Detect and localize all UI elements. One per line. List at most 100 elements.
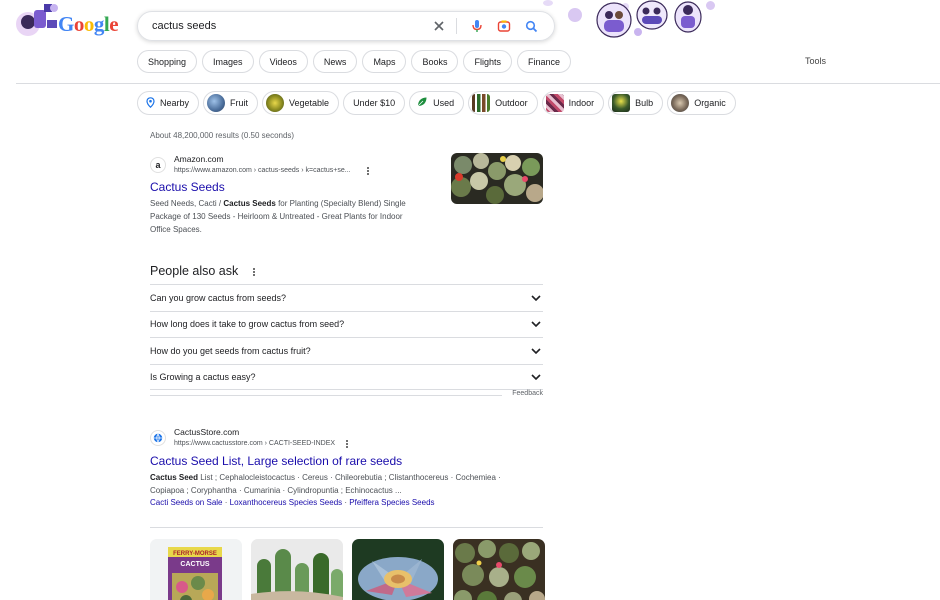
fruit-thumbnail <box>207 94 226 112</box>
chevron-down-icon <box>531 293 541 303</box>
tab-maps[interactable]: Maps <box>362 50 407 73</box>
paa-menu-icon[interactable] <box>250 266 258 278</box>
snippet-line: Cactus Seed List ; Cephalocleistocactus … <box>150 473 501 482</box>
search-input[interactable] <box>152 20 423 32</box>
result-stats: About 48,200,000 results (0.50 seconds) <box>150 131 295 140</box>
chip-organic[interactable]: Organic <box>667 91 736 115</box>
image-result-cactus-mix[interactable] <box>453 539 545 600</box>
cactusstore-favicon-icon[interactable] <box>150 430 166 446</box>
search-box[interactable] <box>137 11 555 41</box>
paa-question-text: Is Growing a cactus easy? <box>150 371 256 382</box>
leaf-icon <box>416 96 428 110</box>
chip-label: Under $10 <box>353 98 396 108</box>
chip-outdoor[interactable]: Outdoor <box>468 91 538 115</box>
logo-text[interactable]: Google <box>58 12 119 37</box>
paa-feedback-row: Feedback <box>150 390 543 400</box>
paa-question[interactable]: Is Growing a cactus easy? <box>150 363 543 390</box>
result-url[interactable]: https://www.amazon.com › cactus-seeds › … <box>174 167 351 174</box>
amazon-favicon-icon[interactable]: a <box>150 157 166 173</box>
sitelink[interactable]: Pfeiffera Species Seeds <box>349 498 434 507</box>
paa-question[interactable]: How long does it take to grow cactus fro… <box>150 310 543 338</box>
tab-shopping[interactable]: Shopping <box>137 50 198 73</box>
packet-brand-text: FERRY-MORSE <box>173 551 217 557</box>
tab-videos[interactable]: Videos <box>258 50 308 73</box>
chip-label: Indoor <box>568 98 595 108</box>
image-result-seed-packet[interactable]: FERRY-MORSE CACTUS <box>150 539 242 600</box>
chevron-down-icon <box>531 372 541 382</box>
result-divider <box>150 527 543 528</box>
chip-label: Used <box>433 98 455 108</box>
close-icon[interactable] <box>428 15 450 37</box>
snippet-line: Office Spaces. <box>150 225 202 234</box>
result-title-link[interactable]: Cactus Seeds <box>150 180 225 194</box>
doodle-dot <box>568 8 582 22</box>
outdoor-thumbnail <box>472 94 491 112</box>
chip-indoor[interactable]: Indoor <box>541 91 605 115</box>
chevron-down-icon <box>531 346 541 356</box>
paa-question-text: How do you get seeds from cactus fruit? <box>150 345 311 356</box>
tab-flights[interactable]: Flights <box>463 50 512 73</box>
chip-used[interactable]: Used <box>409 91 465 115</box>
camera-icon[interactable] <box>493 15 515 37</box>
sitelink[interactable]: Cacti Seeds on Sale <box>150 498 223 507</box>
snippet-line: Copiapoa ; Coryphantha · Cumarinia · Cyl… <box>150 486 402 495</box>
chip-vegetable[interactable]: Vegetable <box>262 91 340 115</box>
result-url[interactable]: https://www.cactusstore.com › CACTI-SEED… <box>174 440 335 447</box>
sitelink[interactable]: Loxanthocereus Species Seeds <box>230 498 343 507</box>
result-snippet: Cactus Seed List ; Cephalocleistocactus … <box>150 471 543 497</box>
doodle-figure <box>636 0 668 30</box>
location-pin-icon <box>146 96 155 110</box>
paa-heading: People also ask <box>150 264 239 278</box>
paa-question[interactable]: How do you get seeds from cactus fruit? <box>150 337 543 364</box>
chip-label: Fruit <box>230 98 249 108</box>
doodle-dot <box>706 1 715 10</box>
tools-button[interactable]: Tools <box>805 56 826 66</box>
image-result-succulent[interactable] <box>352 539 444 600</box>
vegetable-thumbnail <box>266 94 285 112</box>
tab-news[interactable]: News <box>312 50 358 73</box>
chevron-down-icon <box>531 319 541 329</box>
chip-label: Nearby <box>160 98 190 108</box>
doodle-figure <box>596 2 632 38</box>
snippet-line: Seed Needs, Cacti / Cactus Seeds for Pla… <box>150 199 406 208</box>
search-icon[interactable] <box>520 15 542 37</box>
chip-nearby[interactable]: Nearby <box>137 91 200 115</box>
result-site-name[interactable]: Amazon.com <box>174 154 224 164</box>
search-tabs: Shopping Images Videos News Maps Books F… <box>137 50 572 73</box>
search-results-page: Google cactus seeds Shopping Images Vide… <box>0 0 940 600</box>
chip-bulb[interactable]: Bulb <box>608 91 664 115</box>
result-site-name[interactable]: CactusStore.com <box>174 427 239 437</box>
doodle-dot <box>543 0 553 6</box>
mic-icon[interactable] <box>466 15 488 37</box>
paa-question[interactable]: Can you grow cactus from seeds? <box>150 284 543 311</box>
bulb-thumbnail <box>612 94 631 112</box>
organic-thumbnail <box>671 94 690 112</box>
chip-label: Outdoor <box>495 98 528 108</box>
result-menu-icon[interactable] <box>364 165 372 177</box>
result-sitelinks: Cacti Seeds on Sale · Loxanthocereus Spe… <box>150 498 435 507</box>
tab-images[interactable]: Images <box>202 50 254 73</box>
paa-list: Can you grow cactus from seeds? How long… <box>150 284 543 390</box>
refinement-chips: Nearby Fruit Vegetable Under $10 Used Ou… <box>137 91 736 115</box>
result-title-link[interactable]: Cactus Seed List, Large selection of rar… <box>150 454 402 468</box>
header-divider <box>16 83 940 84</box>
tab-finance[interactable]: Finance <box>516 50 572 73</box>
snippet-line: Package of 130 Seeds - Heirloom & Untrea… <box>150 212 403 221</box>
image-result-cacti-pots[interactable] <box>251 539 343 600</box>
paa-question-text: Can you grow cactus from seeds? <box>150 292 287 303</box>
chip-under-10[interactable]: Under $10 <box>343 91 406 115</box>
search-divider <box>456 18 457 34</box>
doodle-figure <box>673 0 703 34</box>
chip-label: Bulb <box>635 98 654 108</box>
paa-question-text: How long does it take to grow cactus fro… <box>150 319 345 330</box>
divider <box>150 395 502 396</box>
chip-label: Vegetable <box>289 98 330 108</box>
chip-fruit[interactable]: Fruit <box>203 91 259 115</box>
result-menu-icon[interactable] <box>343 438 351 450</box>
result-thumbnail[interactable] <box>451 153 543 204</box>
feedback-link[interactable]: Feedback <box>512 390 543 397</box>
packet-label-text: CACTUS <box>180 561 209 568</box>
result-snippet: Seed Needs, Cacti / Cactus Seeds for Pla… <box>150 197 430 236</box>
indoor-thumbnail <box>545 94 564 112</box>
tab-books[interactable]: Books <box>411 50 459 73</box>
